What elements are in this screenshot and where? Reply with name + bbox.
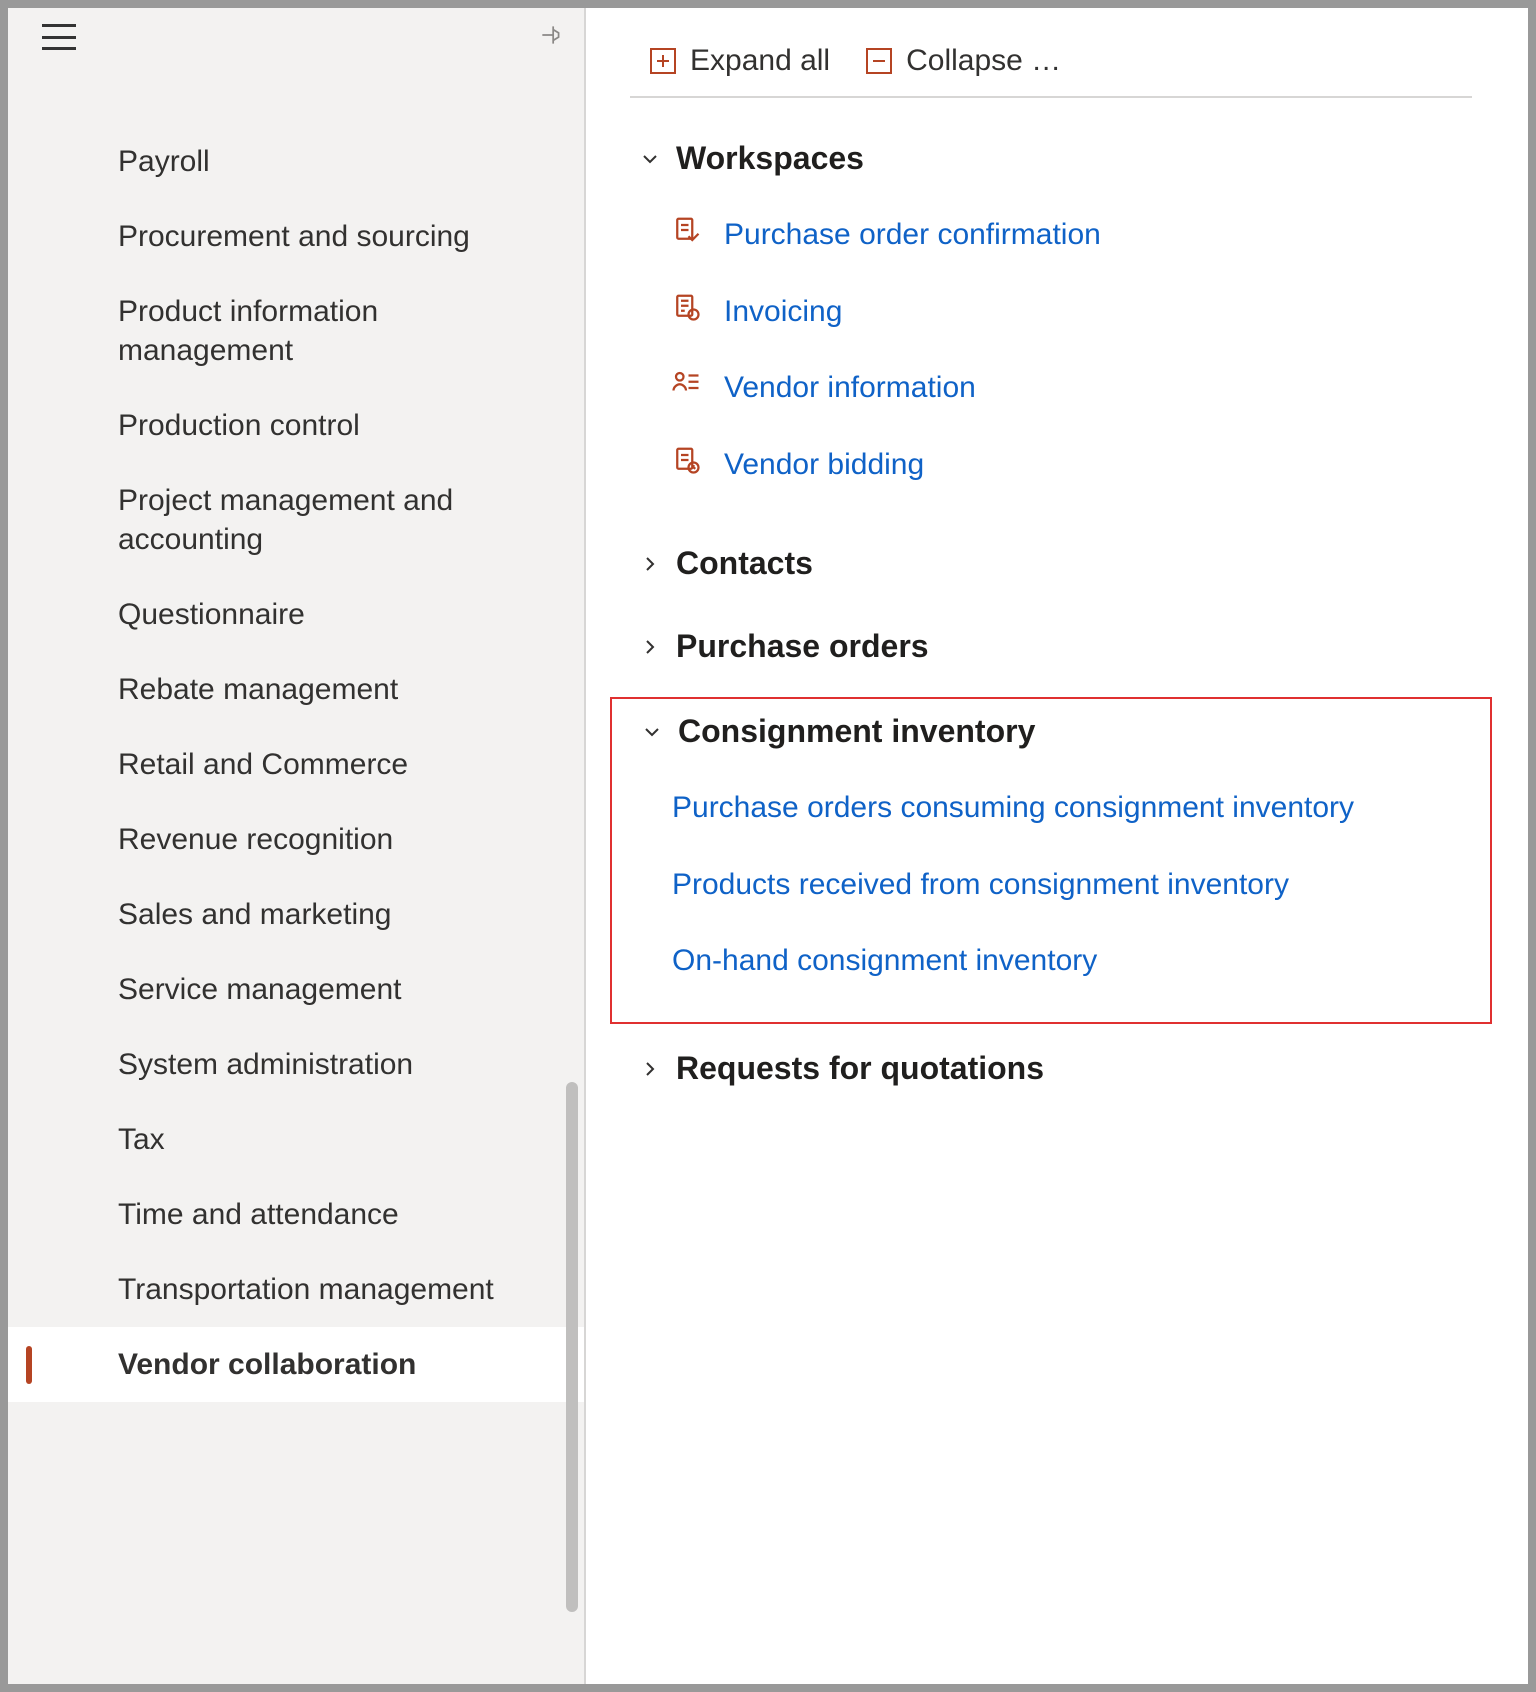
document-check-icon	[670, 215, 702, 245]
sidebar-item-questionnaire[interactable]: Questionnaire	[8, 577, 584, 652]
sidebar-item-label: Product information management	[118, 295, 378, 367]
chevron-right-icon	[640, 545, 664, 582]
link-label: Products received from consignment inven…	[672, 865, 1289, 906]
toolbar: Expand all Collapse …	[630, 44, 1472, 98]
section-consignment-inventory: Consignment inventory Purchase orders co…	[632, 699, 1470, 1010]
link-label: Purchase order confirmation	[724, 215, 1101, 256]
section-workspaces: Workspaces Purchase order confirmation I…	[630, 126, 1472, 513]
link-vendor-bidding[interactable]: Vendor bidding	[660, 427, 1472, 504]
sidebar-item-label: Time and attendance	[118, 1198, 399, 1231]
sidebar-item-label: Transportation management	[118, 1273, 494, 1306]
link-onhand-consignment[interactable]: On-hand consignment inventory	[662, 923, 1470, 1000]
content-pane: Expand all Collapse … Workspaces P	[586, 8, 1528, 1684]
section-title: Contacts	[676, 545, 813, 582]
section-header-workspaces[interactable]: Workspaces	[630, 126, 1472, 191]
sidebar-item-transportation-management[interactable]: Transportation management	[8, 1252, 584, 1327]
section-contacts: Contacts	[630, 531, 1472, 596]
chevron-down-icon	[642, 713, 666, 750]
sidebar-item-label: Questionnaire	[118, 598, 305, 631]
sidebar-item-payroll[interactable]: Payroll	[8, 124, 584, 199]
highlight-consignment-inventory: Consignment inventory Purchase orders co…	[610, 697, 1492, 1024]
sidebar-item-label: Revenue recognition	[118, 823, 393, 856]
section-header-purchase-orders[interactable]: Purchase orders	[630, 614, 1472, 679]
sidebar-topbar	[8, 8, 584, 66]
section-header-rfq[interactable]: Requests for quotations	[630, 1036, 1472, 1101]
sidebar-item-service-management[interactable]: Service management	[8, 952, 584, 1027]
sidebar-item-label: Procurement and sourcing	[118, 220, 470, 253]
link-invoicing[interactable]: Invoicing	[660, 274, 1472, 351]
sidebar-scrollbar[interactable]	[566, 66, 578, 1684]
sidebar-item-time-attendance[interactable]: Time and attendance	[8, 1177, 584, 1252]
toolbar-label: Expand all	[690, 44, 830, 78]
section-header-contacts[interactable]: Contacts	[630, 531, 1472, 596]
section-purchase-orders: Purchase orders	[630, 614, 1472, 679]
link-label: Purchase orders consuming consignment in…	[672, 788, 1354, 829]
section-title: Purchase orders	[676, 628, 929, 665]
pin-icon[interactable]	[538, 22, 564, 53]
sidebar-item-vendor-collaboration[interactable]: Vendor collaboration	[8, 1327, 584, 1402]
sidebar-item-label: Project management and accounting	[118, 484, 453, 556]
sidebar-item-rebate-management[interactable]: Rebate management	[8, 652, 584, 727]
sidebar-item-label: System administration	[118, 1048, 413, 1081]
sidebar-item-system-administration[interactable]: System administration	[8, 1027, 584, 1102]
sidebar-item-label: Payroll	[118, 145, 210, 178]
section-title: Workspaces	[676, 140, 864, 177]
sidebar-item-project-management[interactable]: Project management and accounting	[8, 463, 584, 577]
chevron-right-icon	[640, 1050, 664, 1087]
collapse-all-button[interactable]: Collapse …	[866, 44, 1061, 78]
sidebar-item-label: Vendor collaboration	[118, 1348, 416, 1381]
nav-list: Payroll Procurement and sourcing Product…	[8, 124, 584, 1402]
link-purchase-order-confirmation[interactable]: Purchase order confirmation	[660, 197, 1472, 274]
sidebar-item-label: Service management	[118, 973, 401, 1006]
section-title: Consignment inventory	[678, 713, 1035, 750]
chevron-right-icon	[640, 628, 664, 665]
sidebar-item-label: Retail and Commerce	[118, 748, 408, 781]
sidebar-item-label: Sales and marketing	[118, 898, 392, 931]
expand-icon	[650, 48, 676, 74]
sidebar-item-tax[interactable]: Tax	[8, 1102, 584, 1177]
hamburger-icon[interactable]	[42, 24, 76, 50]
sidebar-item-procurement-sourcing[interactable]: Procurement and sourcing	[8, 199, 584, 274]
link-vendor-information[interactable]: Vendor information	[660, 350, 1472, 427]
link-label: On-hand consignment inventory	[672, 941, 1097, 982]
sidebar: Payroll Procurement and sourcing Product…	[8, 8, 584, 1684]
sidebar-item-label: Production control	[118, 409, 360, 442]
sidebar-item-revenue-recognition[interactable]: Revenue recognition	[8, 802, 584, 877]
link-label: Vendor information	[724, 368, 976, 409]
sidebar-item-retail-commerce[interactable]: Retail and Commerce	[8, 727, 584, 802]
person-list-icon	[670, 368, 702, 398]
link-products-received-consignment[interactable]: Products received from consignment inven…	[662, 847, 1470, 924]
link-label: Invoicing	[724, 292, 842, 333]
bid-icon	[670, 445, 702, 475]
link-label: Vendor bidding	[724, 445, 924, 486]
toolbar-label: Collapse …	[906, 44, 1061, 78]
collapse-icon	[866, 48, 892, 74]
link-po-consuming-consignment[interactable]: Purchase orders consuming consignment in…	[662, 770, 1470, 847]
sidebar-item-sales-marketing[interactable]: Sales and marketing	[8, 877, 584, 952]
sidebar-item-label: Tax	[118, 1123, 165, 1156]
chevron-down-icon	[640, 140, 664, 177]
section-title: Requests for quotations	[676, 1050, 1044, 1087]
section-header-consignment[interactable]: Consignment inventory	[632, 699, 1470, 764]
sidebar-item-product-information[interactable]: Product information management	[8, 274, 584, 388]
section-rfq: Requests for quotations	[630, 1036, 1472, 1101]
expand-all-button[interactable]: Expand all	[650, 44, 830, 78]
sidebar-item-production-control[interactable]: Production control	[8, 388, 584, 463]
sidebar-item-label: Rebate management	[118, 673, 398, 706]
invoice-icon	[670, 292, 702, 322]
